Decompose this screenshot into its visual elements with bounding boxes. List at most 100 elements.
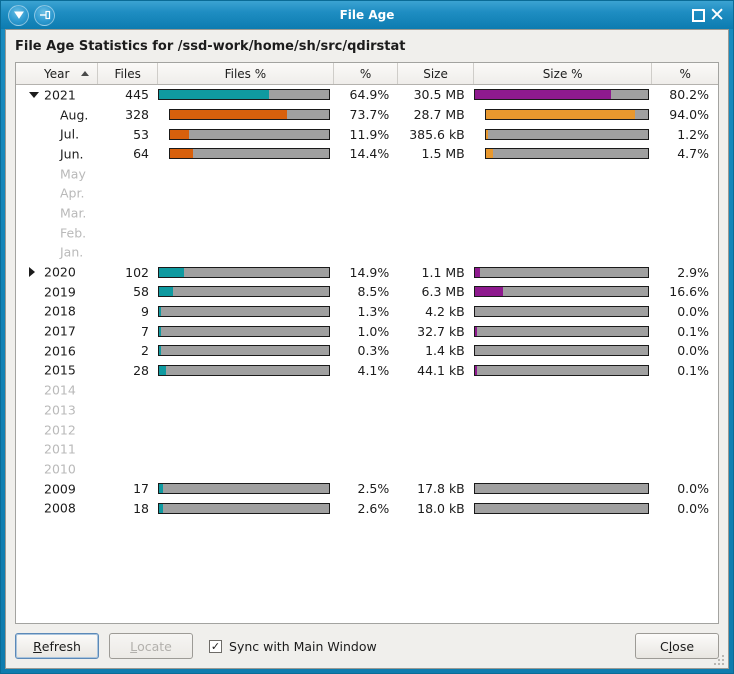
cell-files-pct-bar — [158, 89, 334, 101]
cell-files: 64 — [133, 146, 149, 162]
table-row[interactable]: Jul. 53 11.9% 385.6 kB 1.2% — [16, 124, 718, 144]
refresh-button[interactable]: Refresh — [15, 633, 99, 659]
locate-button[interactable]: Locate — [109, 633, 193, 659]
row-label: 2015 — [44, 362, 76, 378]
sort-ascending-icon — [81, 71, 90, 76]
table-row[interactable]: 2017 7 1.0% 32.7 kB 0.1% — [16, 321, 718, 341]
cell-files-pct-bar — [158, 483, 334, 495]
cell-size: 1.1 MB — [421, 264, 465, 280]
sync-with-main-window-checkbox[interactable]: ✓ Sync with Main Window — [209, 639, 377, 654]
title-bar-left-buttons — [1, 4, 55, 26]
table-row[interactable]: 2009 17 2.5% 17.8 kB 0.0% — [16, 479, 718, 499]
table-body: 2021 445 64.9% 30.5 MB 80.2% Aug. 328 73.7% 28.7… — [16, 85, 718, 518]
cell-size: 1.4 kB — [425, 343, 465, 359]
size-pct-bar — [473, 305, 649, 317]
cell-size-pct-bar — [473, 89, 653, 101]
row-label: 2010 — [44, 461, 76, 477]
cell-files: 102 — [125, 264, 149, 280]
row-label: 2014 — [44, 382, 76, 398]
cell-size-pct: 94.0% — [669, 107, 709, 123]
sync-with-main-window-label: Sync with Main Window — [229, 638, 377, 654]
table-row[interactable]: 2015 28 4.1% 44.1 kB 0.1% — [16, 361, 718, 381]
files-pct-bar — [158, 286, 330, 298]
cell-size-pct: 4.7% — [677, 146, 709, 162]
title-bar-right-buttons: ✕ — [692, 5, 733, 25]
cell-files-pct: 64.9% — [349, 87, 390, 103]
table-row[interactable]: 2020 102 14.9% 1.1 MB 2.9% — [16, 262, 718, 282]
row-label: 2016 — [44, 343, 76, 359]
table-row[interactable]: 2013 — [16, 400, 718, 420]
files-pct-bar — [158, 502, 330, 514]
table-row[interactable]: Apr. — [16, 183, 718, 203]
cell-files-pct: 1.3% — [357, 303, 390, 319]
table-row[interactable]: 2021 445 64.9% 30.5 MB 80.2% — [16, 85, 718, 105]
row-label: Aug. — [60, 107, 89, 123]
cell-size: 32.7 kB — [417, 323, 465, 339]
cell-files-pct: 11.9% — [349, 126, 390, 142]
cell-files: 58 — [133, 284, 149, 300]
table-row[interactable]: Feb. — [16, 223, 718, 243]
close-icon[interactable]: ✕ — [709, 5, 725, 25]
cell-size-pct: 16.6% — [669, 284, 709, 300]
cell-size: 18.0 kB — [417, 500, 465, 516]
column-header-size[interactable]: Size — [398, 63, 474, 84]
size-pct-bar — [473, 483, 649, 495]
chevron-down-icon[interactable] — [8, 4, 29, 26]
size-pct-bar — [484, 109, 649, 121]
expander-open-icon[interactable] — [29, 91, 39, 98]
expander-closed-icon[interactable] — [29, 267, 35, 278]
table-row[interactable]: 2012 — [16, 420, 718, 440]
row-label: 2017 — [44, 323, 76, 339]
cell-size-pct: 1.2% — [677, 126, 709, 142]
maximize-icon[interactable] — [692, 8, 706, 22]
table-row[interactable]: 2016 2 0.3% 1.4 kB 0.0% — [16, 341, 718, 361]
cell-files: 2 — [141, 343, 149, 359]
table-row[interactable]: 2019 58 8.5% 6.3 MB 16.6% — [16, 282, 718, 302]
cell-files-pct: 73.7% — [349, 107, 390, 123]
column-header-size-pct[interactable]: % — [652, 63, 718, 84]
file-age-tree[interactable]: Year Files Files % % Size Size % % 2021 … — [15, 62, 719, 624]
files-pct-bar — [158, 483, 330, 495]
column-header-year[interactable]: Year — [16, 63, 99, 84]
cell-files-pct-bar — [158, 286, 334, 298]
cell-files-pct-bar — [158, 364, 334, 376]
row-label: 2018 — [44, 303, 76, 319]
cell-size-pct: 0.0% — [677, 303, 709, 319]
column-header-files-pct[interactable]: % — [334, 63, 399, 84]
table-row[interactable]: Jan. — [16, 243, 718, 263]
table-header: Year Files Files % % Size Size % % — [16, 63, 718, 85]
column-header-files-pct-bar[interactable]: Files % — [158, 63, 334, 84]
cell-files-pct-bar — [158, 109, 334, 121]
close-button[interactable]: Cl ose — [635, 633, 719, 659]
column-header-files[interactable]: Files — [98, 63, 158, 84]
column-header-size-pct-bar-label: Size % — [542, 66, 583, 81]
table-row[interactable]: Jun. 64 14.4% 1.5 MB 4.7% — [16, 144, 718, 164]
size-pct-bar — [473, 89, 649, 101]
cell-size-pct-bar — [473, 364, 653, 376]
check-icon: ✓ — [210, 639, 221, 653]
pin-icon[interactable] — [34, 4, 55, 26]
table-row[interactable]: 2010 — [16, 459, 718, 479]
column-header-files-pct-label: % — [359, 66, 372, 81]
table-row[interactable]: 2014 — [16, 380, 718, 400]
size-pct-bar — [484, 148, 649, 160]
column-header-size-pct-bar[interactable]: Size % — [474, 63, 653, 84]
cell-size-pct: 0.0% — [677, 343, 709, 359]
files-pct-bar — [158, 364, 330, 376]
table-row[interactable]: 2011 — [16, 439, 718, 459]
table-row[interactable]: 2018 9 1.3% 4.2 kB 0.0% — [16, 302, 718, 322]
table-row[interactable]: Mar. — [16, 203, 718, 223]
cell-files-pct: 4.1% — [357, 362, 390, 378]
row-label: Apr. — [60, 185, 85, 201]
size-pct-bar — [473, 266, 649, 278]
resize-grip-icon[interactable] — [713, 654, 725, 666]
table-row[interactable]: 2008 18 2.6% 18.0 kB 0.0% — [16, 498, 718, 518]
row-label: 2011 — [44, 441, 76, 457]
size-pct-bar — [473, 364, 649, 376]
row-label: 2021 — [44, 87, 76, 103]
cell-size: 17.8 kB — [417, 481, 465, 497]
table-row[interactable]: Aug. 328 73.7% 28.7 MB 94.0% — [16, 105, 718, 125]
cell-files-pct-bar — [158, 345, 334, 357]
row-label: Jun. — [60, 146, 84, 162]
table-row[interactable]: May — [16, 164, 718, 184]
